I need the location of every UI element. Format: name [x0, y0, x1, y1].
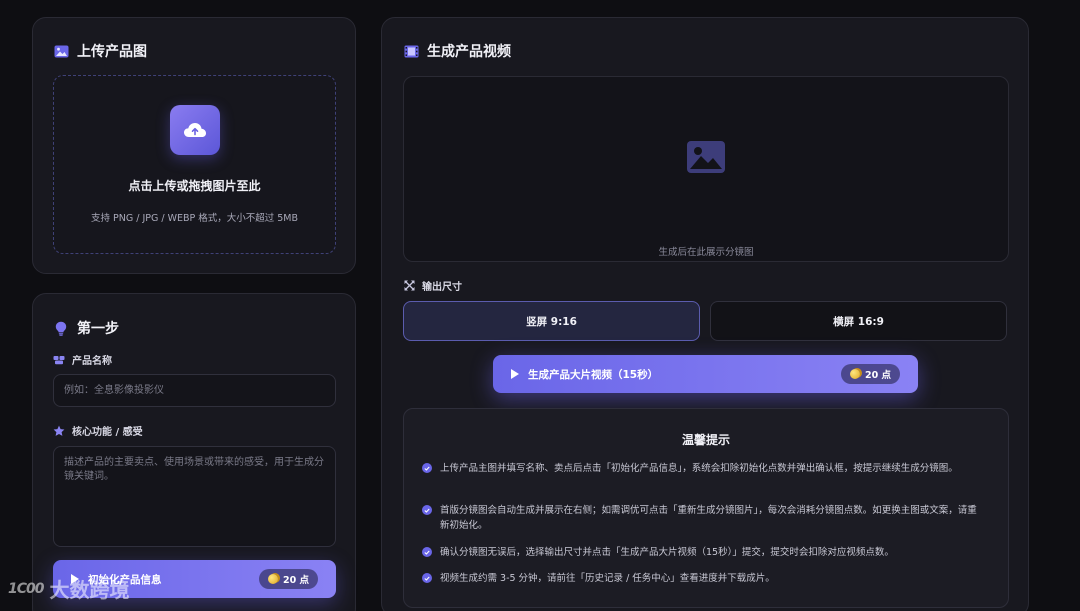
- generate-video-card: 生成产品视频 生成后在此展示分镜图 输出尺寸 竖屏 9:16 横屏 16:9 生…: [381, 17, 1029, 611]
- preview-hint: 生成后在此展示分镜图: [658, 247, 754, 258]
- check-icon: [422, 463, 432, 473]
- tip-item: 视频生成约需 3-5 分钟，请前往「历史记录 / 任务中心」查看进度并下载成片。: [422, 571, 982, 586]
- tip-text: 确认分镜图无误后，选择输出尺寸并点击「生成产品大片视频（15秒）」提交，提交时会…: [440, 547, 894, 558]
- size-landscape-button[interactable]: 横屏 16:9: [710, 301, 1007, 341]
- storyboard-preview: 生成后在此展示分镜图: [403, 76, 1009, 262]
- upload-title-text: 上传产品图: [77, 44, 147, 60]
- product-name-label: 产品名称: [53, 352, 112, 367]
- coin-icon: [267, 574, 278, 584]
- features-label-text: 核心功能 / 感受: [72, 427, 143, 438]
- output-size-label-text: 输出尺寸: [422, 282, 462, 293]
- cost-value: 20 点: [282, 575, 309, 586]
- step-title-text: 第一步: [77, 321, 119, 337]
- step-one-card: 第一步 产品名称 核心功能 / 感受 初始化产品信息 20 点: [32, 293, 356, 611]
- film-icon: [403, 43, 419, 59]
- tip-item: 上传产品主图并填写名称、卖点后点击「初始化产品信息」，系统会扣除初始化点数并弹出…: [422, 461, 982, 476]
- cost-badge: 20 点: [258, 569, 318, 589]
- expand-icon: [403, 280, 415, 292]
- tip-item: 首版分镜图会自动生成并展示在右侧；如需调优可点击「重新生成分镜图片」，每次会消耗…: [422, 503, 982, 533]
- output-size-label: 输出尺寸: [403, 278, 462, 293]
- cost-badge: 20 点: [840, 364, 900, 384]
- tip-text: 上传产品主图并填写名称、卖点后点击「初始化产品信息」，系统会扣除初始化点数并弹出…: [440, 463, 958, 474]
- cloud-upload-icon: [184, 123, 206, 137]
- check-icon: [422, 505, 432, 515]
- upload-dropzone[interactable]: 点击上传或拖拽图片至此 支持 PNG / JPG / WEBP 格式，大小不超过…: [53, 75, 336, 254]
- upload-card: 上传产品图 点击上传或拖拽图片至此 支持 PNG / JPG / WEBP 格式…: [32, 17, 356, 274]
- tip-text: 首版分镜图会自动生成并展示在右侧；如需调优可点击「重新生成分镜图片」，每次会消耗…: [440, 505, 977, 531]
- tip-text: 视频生成约需 3-5 分钟，请前往「历史记录 / 任务中心」查看进度并下载成片。: [440, 573, 775, 584]
- tips-panel: 温馨提示 上传产品主图并填写名称、卖点后点击「初始化产品信息」，系统会扣除初始化…: [403, 408, 1009, 608]
- step-title: 第一步: [53, 318, 119, 338]
- tags-icon: [53, 354, 65, 366]
- generate-video-button[interactable]: 生成产品大片视频（15秒） 20 点: [493, 355, 918, 393]
- watermark: 1C00 大数跨境: [8, 574, 130, 603]
- features-textarea[interactable]: [53, 446, 336, 547]
- product-name-label-text: 产品名称: [72, 356, 112, 367]
- image-placeholder-icon: [687, 141, 725, 173]
- video-title-text: 生成产品视频: [427, 44, 511, 60]
- lightbulb-icon: [53, 320, 69, 336]
- cost-value: 20 点: [864, 370, 891, 381]
- image-icon: [53, 43, 69, 59]
- product-name-input[interactable]: [53, 374, 336, 407]
- upload-title: 上传产品图: [53, 41, 147, 61]
- coin-icon: [849, 369, 860, 379]
- check-icon: [422, 547, 432, 557]
- generate-video-button-label: 生成产品大片视频（15秒）: [528, 368, 659, 381]
- watermark-logo: 1C00: [8, 580, 44, 597]
- tips-title: 温馨提示: [681, 433, 730, 447]
- star-icon: [53, 425, 65, 437]
- play-icon: [511, 369, 519, 379]
- video-title: 生成产品视频: [403, 41, 511, 61]
- check-icon: [422, 573, 432, 583]
- upload-format-hint: 支持 PNG / JPG / WEBP 格式，大小不超过 5MB: [90, 213, 299, 224]
- watermark-text: 大数跨境: [49, 578, 130, 602]
- features-label: 核心功能 / 感受: [53, 423, 143, 438]
- size-portrait-button[interactable]: 竖屏 9:16: [403, 301, 700, 341]
- tip-item: 确认分镜图无误后，选择输出尺寸并点击「生成产品大片视频（15秒）」提交，提交时会…: [422, 545, 982, 560]
- upload-main-text: 点击上传或拖拽图片至此: [128, 179, 261, 193]
- upload-icon-box: [170, 105, 220, 155]
